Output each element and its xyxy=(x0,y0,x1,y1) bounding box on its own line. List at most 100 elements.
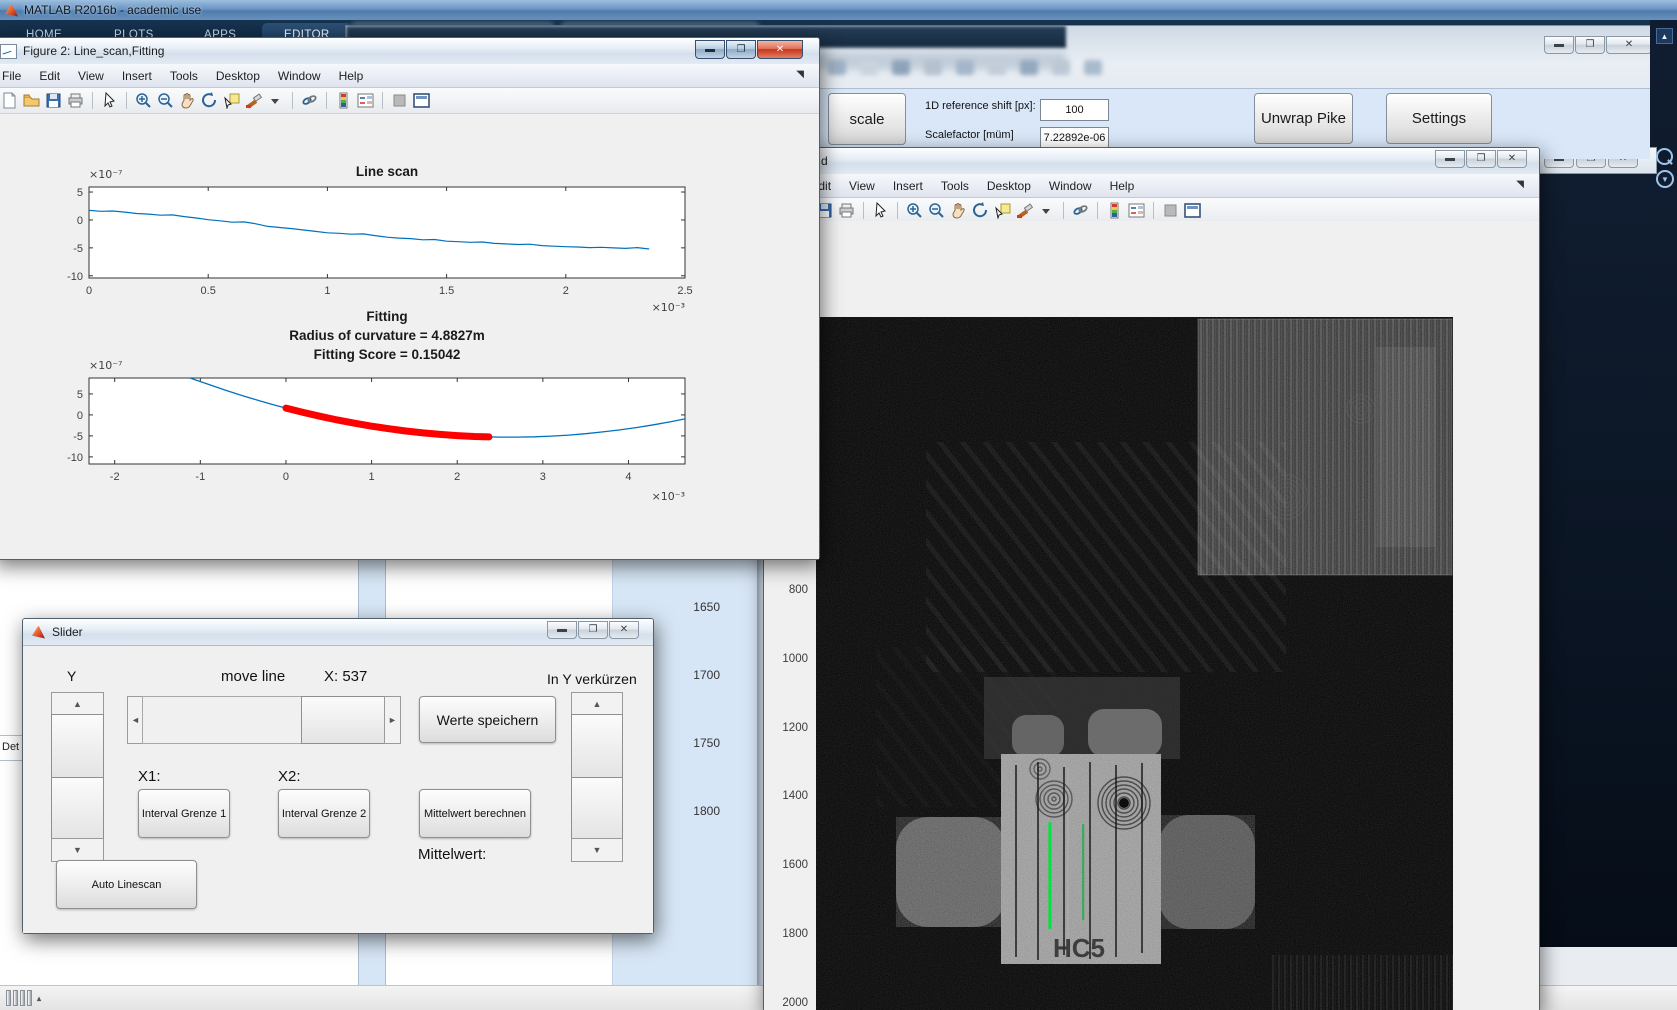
slider-titlebar[interactable]: Slider ▬ ❐ ✕ xyxy=(23,619,653,645)
x-position-value: X: 537 xyxy=(324,668,367,685)
slider-down-arrow[interactable]: ▼ xyxy=(51,838,104,862)
phase-image-axes[interactable]: HC5 xyxy=(816,317,1453,1010)
x-tick-label: -1 xyxy=(195,471,205,483)
new-figure-icon[interactable] xyxy=(1,92,18,109)
slider-right-arrow[interactable]: ► xyxy=(384,696,401,744)
slider-track[interactable] xyxy=(51,777,104,840)
plain-box-icon[interactable] xyxy=(1162,202,1179,219)
dock-arrow-icon[interactable]: ◥ xyxy=(1507,179,1533,190)
auto-linescan-button[interactable]: Auto Linescan xyxy=(56,860,197,909)
panel-divider xyxy=(0,760,22,761)
menu-item-window[interactable]: Window xyxy=(269,69,330,83)
menu-item-tools[interactable]: Tools xyxy=(932,179,978,193)
pan-hand-icon[interactable] xyxy=(950,202,967,219)
slider-thumb[interactable] xyxy=(301,696,386,744)
toolbar-separator xyxy=(1153,202,1154,219)
menu-item-desktop[interactable]: Desktop xyxy=(978,179,1040,193)
brush-data-icon[interactable] xyxy=(245,92,262,109)
minimize-button[interactable]: ▬ xyxy=(695,40,725,59)
x-tick-label: 2 xyxy=(454,471,460,483)
insert-colorbar-icon[interactable] xyxy=(335,92,352,109)
brush-data-icon[interactable] xyxy=(1016,202,1033,219)
menu-item-view[interactable]: View xyxy=(840,179,884,193)
maximize-button[interactable]: ❐ xyxy=(1575,36,1605,54)
zoom-in-icon[interactable] xyxy=(906,202,923,219)
unwrap-pike-button[interactable]: Unwrap Pike xyxy=(1254,93,1353,144)
menu-item-file[interactable]: File xyxy=(0,69,30,83)
search-icon[interactable] xyxy=(1656,148,1673,165)
dropdown-arrow-icon[interactable] xyxy=(267,92,284,109)
interval-limit1-button[interactable]: Interval Grenze 1 xyxy=(138,789,230,838)
edit-arrow-cursor-icon[interactable] xyxy=(872,202,889,219)
save-values-button[interactable]: Werte speichern xyxy=(419,696,556,743)
phase-image: HC5 xyxy=(816,317,1453,1010)
menu-item-desktop[interactable]: Desktop xyxy=(207,69,269,83)
maximize-button[interactable]: ❐ xyxy=(1466,150,1496,168)
y-exponent-label: ×10⁻⁷ xyxy=(89,359,122,372)
ref-shift-input[interactable]: 100 xyxy=(1040,99,1109,121)
link-plot-icon[interactable] xyxy=(1072,202,1089,219)
insert-legend-icon[interactable] xyxy=(357,92,374,109)
slider-track[interactable] xyxy=(571,777,623,840)
figure-titlebar[interactable]: d ▬ ❐ ✕ xyxy=(764,148,1539,174)
slider-thumb[interactable] xyxy=(51,714,104,778)
menu-item-insert[interactable]: Insert xyxy=(113,69,161,83)
menu-item-insert[interactable]: Insert xyxy=(884,179,932,193)
slider-thumb[interactable] xyxy=(571,714,623,778)
close-button[interactable]: ✕ xyxy=(1497,150,1527,168)
print-figure-icon[interactable] xyxy=(67,92,84,109)
plain-box-icon[interactable] xyxy=(391,92,408,109)
maximize-button[interactable]: ❐ xyxy=(578,621,608,639)
menu-item-help[interactable]: Help xyxy=(1101,179,1144,193)
menu-item-help[interactable]: Help xyxy=(330,69,373,83)
close-button[interactable]: ✕ xyxy=(757,40,803,59)
menu-item-view[interactable]: View xyxy=(69,69,113,83)
menu-item-tools[interactable]: Tools xyxy=(161,69,207,83)
close-button[interactable]: ✕ xyxy=(609,621,639,639)
matlab-icon xyxy=(32,626,45,639)
dock-figure-icon[interactable] xyxy=(1184,202,1201,219)
insert-colorbar-icon[interactable] xyxy=(1106,202,1123,219)
menu-item-window[interactable]: Window xyxy=(1040,179,1101,193)
minimize-button[interactable]: ▬ xyxy=(1544,36,1574,54)
slider-up-arrow[interactable]: ▲ xyxy=(571,692,623,716)
y-tick-label: -5 xyxy=(73,431,83,443)
data-cursor-icon[interactable] xyxy=(223,92,240,109)
dock-arrow-icon[interactable]: ◥ xyxy=(787,69,813,80)
zoom-in-icon[interactable] xyxy=(135,92,152,109)
edit-arrow-cursor-icon[interactable] xyxy=(101,92,118,109)
insert-legend-icon[interactable] xyxy=(1128,202,1145,219)
zoom-out-icon[interactable] xyxy=(157,92,174,109)
taskbar-grip[interactable]: ▴ xyxy=(6,990,41,1006)
menu-item-edit[interactable]: Edit xyxy=(30,69,69,83)
dropdown-arrow-icon[interactable] xyxy=(1038,202,1055,219)
slider-up-arrow[interactable]: ▲ xyxy=(51,692,104,716)
x-tick-label: 2.5 xyxy=(677,285,692,297)
data-cursor-icon[interactable] xyxy=(994,202,1011,219)
minimize-button[interactable]: ▬ xyxy=(1435,150,1465,168)
slider-window: Slider ▬ ❐ ✕ Y ▲ ▼ move line X: 537 ◄ xyxy=(22,618,654,934)
collapse-up-icon[interactable]: ▲ xyxy=(1656,28,1673,44)
calc-mean-button[interactable]: Mittelwert berechnen xyxy=(419,789,531,838)
print-figure-icon[interactable] xyxy=(838,202,855,219)
slider-down-arrow[interactable]: ▼ xyxy=(571,838,623,862)
maximize-button[interactable]: ❐ xyxy=(726,40,756,59)
x-tick-label: 0.5 xyxy=(201,285,216,297)
matlab-window-title: MATLAB R2016b - academic use xyxy=(24,3,201,17)
figure-titlebar[interactable]: Figure 2: Line_scan,Fitting ▬ ❐ ✕ xyxy=(0,38,819,64)
rotate-3d-icon[interactable] xyxy=(201,92,218,109)
rotate-3d-icon[interactable] xyxy=(972,202,989,219)
link-plot-icon[interactable] xyxy=(301,92,318,109)
scroll-down-icon[interactable]: ▼ xyxy=(1656,170,1674,188)
open-file-icon[interactable] xyxy=(23,92,40,109)
zoom-out-icon[interactable] xyxy=(928,202,945,219)
pan-hand-icon[interactable] xyxy=(179,92,196,109)
interval-limit2-button[interactable]: Interval Grenze 2 xyxy=(278,789,370,838)
minimize-button[interactable]: ▬ xyxy=(547,621,577,639)
close-button[interactable]: ✕ xyxy=(1606,36,1652,54)
scalefactor-input[interactable]: 7.22892e-06 xyxy=(1040,127,1109,149)
save-figure-icon[interactable] xyxy=(45,92,62,109)
settings-button[interactable]: Settings xyxy=(1386,93,1492,144)
dock-figure-icon[interactable] xyxy=(413,92,430,109)
scale-button[interactable]: scale xyxy=(828,93,906,145)
